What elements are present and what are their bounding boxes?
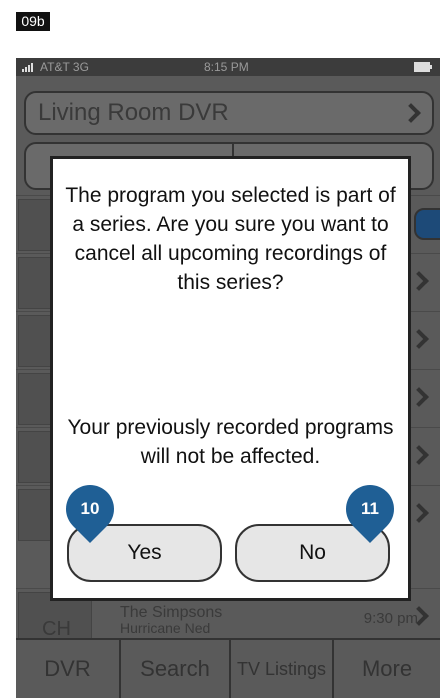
tab-search[interactable]: Search	[121, 640, 231, 698]
annotation-number: 11	[361, 499, 379, 518]
status-time: 8:15 PM	[204, 60, 249, 74]
carrier-label: AT&T 3G	[40, 60, 89, 74]
screen-id-label: 09b	[16, 12, 50, 31]
row-time: 9:30 pm	[363, 610, 418, 627]
tab-tv-listings[interactable]: TV Listings	[231, 640, 334, 698]
row-action-pill[interactable]	[414, 208, 440, 240]
confirm-dialog: The program you selected is part of a se…	[50, 156, 411, 601]
device-selector[interactable]: Living Room DVR	[24, 91, 434, 135]
tab-more[interactable]: More	[334, 640, 440, 698]
row-episode: Hurricane Ned	[120, 620, 211, 636]
chevron-right-icon	[409, 271, 429, 291]
chevron-right-icon	[409, 387, 429, 407]
dialog-note: Your previously recorded programs will n…	[67, 416, 394, 468]
battery-icon	[414, 62, 432, 72]
chevron-right-icon	[401, 103, 421, 123]
annotation-marker-10: 10	[56, 475, 124, 543]
signal-icon	[22, 62, 33, 72]
chevron-right-icon	[409, 329, 429, 349]
tab-bar: DVR Search TV Listings More	[16, 638, 440, 698]
chevron-right-icon	[409, 445, 429, 465]
tab-dvr[interactable]: DVR	[16, 640, 121, 698]
annotation-marker-11: 11	[336, 475, 404, 543]
device-selector-label: Living Room DVR	[38, 99, 229, 126]
status-bar: AT&T 3G 8:15 PM	[16, 58, 440, 76]
annotation-number: 10	[80, 499, 100, 518]
dialog-message: The program you selected is part of a se…	[65, 184, 396, 294]
chevron-right-icon	[409, 503, 429, 523]
